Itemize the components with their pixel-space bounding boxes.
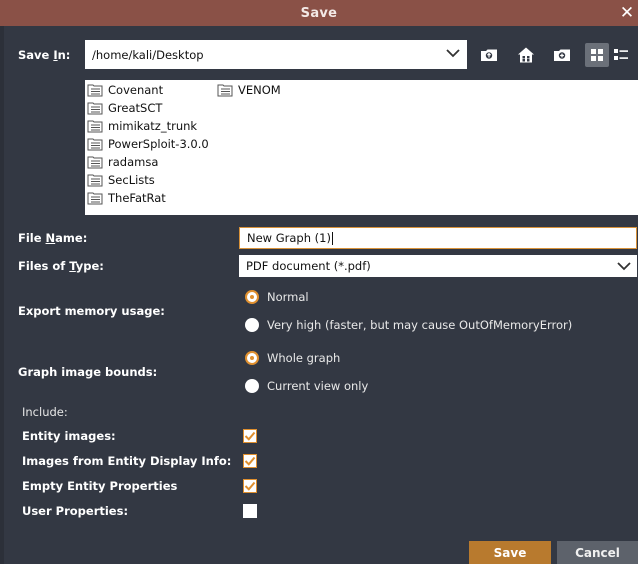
cancel-button[interactable]: Cancel: [557, 541, 638, 564]
file-name: Covenant: [108, 83, 164, 97]
user-properties-checkbox[interactable]: [243, 504, 257, 518]
details-view-button[interactable]: [609, 43, 633, 67]
file-type-label-suffix: ype:: [75, 259, 104, 273]
home-button[interactable]: [514, 43, 538, 67]
save-button[interactable]: Save: [469, 541, 551, 564]
file-type-label-prefix: Files of: [18, 259, 70, 273]
folder-icon: [87, 174, 103, 187]
folder-icon: [87, 138, 103, 151]
list-view-button[interactable]: [585, 43, 609, 67]
new-folder-icon: [554, 49, 570, 61]
image-bounds-label: Graph image bounds:: [18, 365, 158, 379]
include-display-info-label: Images from Entity Display Info:: [22, 454, 232, 468]
folder-icon: [217, 84, 233, 97]
file-name: PowerSploit-3.0.0: [108, 137, 209, 151]
window-title: Save: [300, 5, 338, 21]
include-entity-images-label: Entity images:: [22, 429, 116, 443]
chevron-down-icon: [446, 49, 460, 58]
save-in-label: Save In:: [18, 48, 70, 62]
empty-properties-checkbox[interactable]: [243, 479, 257, 493]
file-list[interactable]: Covenant GreatSCT mimikatz_trunk PowerSp…: [85, 80, 638, 215]
file-name-label: File Name:: [18, 231, 87, 245]
include-user-properties-label: User Properties:: [22, 504, 129, 518]
file-type-value: PDF document (*.pdf): [246, 259, 371, 273]
file-type-label: Files of Type:: [18, 259, 104, 273]
details-view-icon: [614, 49, 628, 60]
radio-label: Current view only: [267, 379, 369, 393]
up-folder-icon: [481, 49, 497, 61]
radio-button[interactable]: [245, 318, 259, 332]
save-in-path: /home/kali/Desktop: [92, 47, 204, 62]
file-name: GreatSCT: [108, 101, 163, 115]
entity-images-checkbox[interactable]: [243, 429, 257, 443]
file-name-value: New Graph (1): [247, 231, 331, 245]
checkmark-icon: [244, 456, 256, 466]
checkmark-icon: [244, 431, 256, 441]
file-name-input[interactable]: New Graph (1): [239, 227, 637, 249]
radio-button[interactable]: [245, 379, 259, 393]
save-in-label-prefix: Save: [18, 48, 54, 62]
display-info-images-checkbox[interactable]: [243, 454, 257, 468]
radio-memory-normal[interactable]: Normal: [245, 290, 309, 304]
file-list-item[interactable]: PowerSploit-3.0.0: [87, 135, 209, 153]
checkmark-icon: [244, 481, 256, 491]
radio-button-checked[interactable]: [245, 290, 259, 304]
folder-icon: [87, 192, 103, 205]
radio-label: Whole graph: [267, 351, 341, 365]
file-list-item[interactable]: GreatSCT: [87, 99, 162, 117]
folder-icon: [87, 156, 103, 169]
file-list-item[interactable]: SecLists: [87, 171, 155, 189]
list-view-icon: [591, 49, 603, 61]
folder-icon: [87, 84, 103, 97]
radio-label: Normal: [267, 290, 309, 304]
file-list-item[interactable]: TheFatRat: [87, 189, 166, 207]
radio-current-view[interactable]: Current view only: [245, 379, 368, 393]
close-button[interactable]: ✕: [616, 0, 638, 26]
home-icon: [518, 47, 534, 63]
radio-whole-graph[interactable]: Whole graph: [245, 351, 340, 365]
folder-icon: [87, 120, 103, 133]
file-name-label-prefix: File: [18, 231, 46, 245]
file-list-item[interactable]: radamsa: [87, 153, 158, 171]
new-folder-button[interactable]: [550, 43, 574, 67]
include-label: Include:: [22, 405, 68, 419]
file-name-label-mnemonic: N: [45, 231, 56, 245]
file-name: TheFatRat: [108, 191, 166, 205]
text-caret: [331, 231, 333, 245]
up-folder-button[interactable]: [477, 43, 501, 67]
include-empty-properties-label: Empty Entity Properties: [22, 479, 178, 493]
file-name: SecLists: [108, 173, 155, 187]
title-bar: Save ✕: [0, 0, 638, 26]
file-name-label-suffix: ame:: [55, 231, 88, 245]
save-in-label-suffix: n:: [57, 48, 71, 62]
file-list-item[interactable]: VENOM: [217, 81, 281, 99]
file-list-item[interactable]: mimikatz_trunk: [87, 117, 197, 135]
chevron-down-icon: [617, 262, 631, 271]
radio-label: Very high (faster, but may cause OutOfMe…: [267, 318, 573, 332]
export-memory-label: Export memory usage:: [18, 304, 165, 318]
folder-icon: [87, 102, 103, 115]
radio-button-checked[interactable]: [245, 351, 259, 365]
file-name: mimikatz_trunk: [108, 119, 198, 133]
radio-memory-very-high[interactable]: Very high (faster, but may cause OutOfMe…: [245, 318, 572, 332]
save-in-dropdown[interactable]: /home/kali/Desktop: [85, 40, 467, 69]
file-list-item[interactable]: Covenant: [87, 81, 163, 99]
file-name: radamsa: [108, 155, 159, 169]
file-type-select[interactable]: PDF document (*.pdf): [239, 255, 637, 277]
file-name: VENOM: [238, 83, 281, 97]
window-frame: [0, 26, 4, 564]
